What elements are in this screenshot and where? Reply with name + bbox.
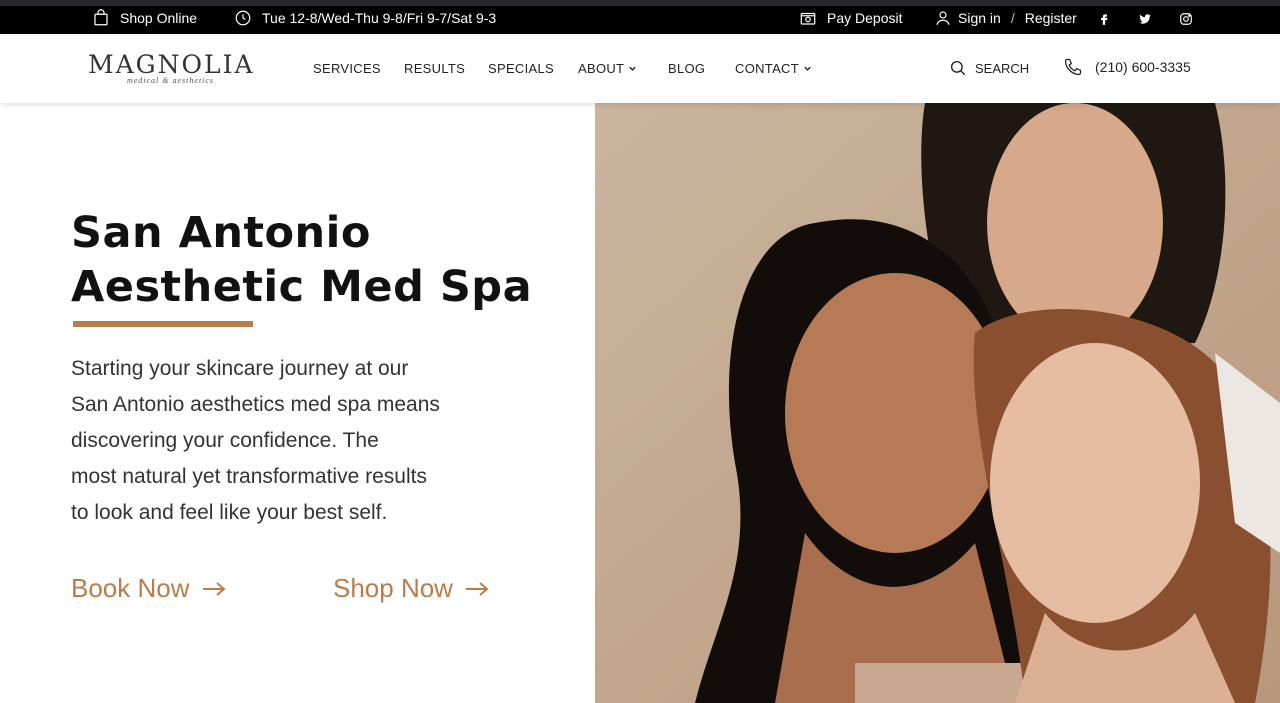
hero-title: San Antonio Aesthetic Med Spa bbox=[71, 206, 532, 314]
main-header: MAGNOLIA medical & aesthetics SERVICES R… bbox=[0, 34, 1280, 103]
top-bar: Shop Online Tue 12-8/Wed-Thu 9-8/Fri 9-7… bbox=[0, 0, 1280, 34]
hero-image bbox=[595, 103, 1280, 703]
logo[interactable]: MAGNOLIA medical & aesthetics bbox=[88, 50, 255, 86]
logo-wordmark: MAGNOLIA bbox=[88, 50, 255, 79]
search-label: SEARCH bbox=[975, 60, 1030, 76]
twitter-link[interactable] bbox=[1136, 10, 1154, 28]
hero-description-line: San Antonio aesthetics med spa means bbox=[71, 393, 440, 416]
account-links: Sign in / Register bbox=[934, 9, 1077, 27]
shopping-bag-icon bbox=[94, 9, 108, 26]
hours-text: Tue 12-8/Wed-Thu 9-8/Fri 9-7/Sat 9-3 bbox=[262, 10, 497, 26]
account-separator: / bbox=[1010, 10, 1015, 26]
hero-title-line-1: San Antonio bbox=[71, 208, 371, 258]
search-icon bbox=[950, 60, 966, 76]
chevron-down-icon bbox=[804, 66, 811, 71]
shop-now-label: Shop Now bbox=[333, 573, 453, 603]
phone-number: (210) 600-3335 bbox=[1095, 59, 1191, 75]
sign-in-link[interactable]: Sign in bbox=[958, 10, 1001, 26]
shop-online-label: Shop Online bbox=[120, 10, 198, 26]
instagram-icon bbox=[1180, 13, 1192, 25]
book-now-button[interactable]: Book Now bbox=[71, 573, 226, 604]
shop-now-button[interactable]: Shop Now bbox=[333, 573, 489, 604]
hero-description-line: most natural yet transformative results bbox=[71, 465, 427, 488]
clock-icon bbox=[235, 10, 251, 26]
phone-icon bbox=[1064, 58, 1082, 76]
nav-services-label: SERVICES bbox=[313, 61, 381, 76]
hero-description-line: discovering your confidence. The bbox=[71, 429, 379, 452]
twitter-icon bbox=[1139, 14, 1151, 24]
facebook-link[interactable] bbox=[1095, 10, 1113, 28]
hours-info: Tue 12-8/Wed-Thu 9-8/Fri 9-7/Sat 9-3 bbox=[234, 9, 496, 27]
hero-photo-illustration bbox=[595, 103, 1280, 703]
book-now-label: Book Now bbox=[71, 573, 190, 603]
nav-item-results[interactable]: RESULTS bbox=[404, 61, 465, 76]
wallet-icon bbox=[800, 12, 816, 25]
phone-link[interactable]: (210) 600-3335 bbox=[1063, 57, 1191, 77]
nav-results-label: RESULTS bbox=[404, 61, 466, 76]
nav-item-specials[interactable]: SPECIALS bbox=[488, 61, 554, 76]
user-icon bbox=[936, 11, 950, 25]
nav-about-label: ABOUT bbox=[578, 61, 625, 76]
register-link[interactable]: Register bbox=[1025, 10, 1077, 26]
nav-item-about[interactable]: ABOUT bbox=[578, 61, 637, 76]
instagram-link[interactable] bbox=[1177, 10, 1195, 28]
arrow-right-icon bbox=[202, 581, 226, 596]
pay-deposit-link[interactable]: Pay Deposit bbox=[799, 9, 902, 27]
facebook-icon bbox=[1101, 14, 1108, 25]
nav-item-contact[interactable]: CONTACT bbox=[735, 61, 812, 76]
chevron-down-icon bbox=[629, 66, 637, 71]
hero-description-line: Starting your skincare journey at our bbox=[71, 357, 409, 380]
hero-description-line: to look and feel like your best self. bbox=[71, 501, 388, 524]
hero-title-line-2: Aesthetic Med Spa bbox=[71, 262, 533, 312]
title-divider bbox=[73, 321, 253, 327]
nav-item-services[interactable]: SERVICES bbox=[313, 61, 381, 76]
hero-content: San Antonio Aesthetic Med Spa Starting y… bbox=[0, 103, 595, 703]
search-button[interactable]: SEARCH bbox=[949, 59, 1029, 77]
nav-specials-label: SPECIALS bbox=[488, 61, 554, 76]
nav-item-blog[interactable]: BLOG bbox=[668, 61, 705, 76]
nav-blog-label: BLOG bbox=[668, 61, 706, 76]
hero-description: Starting your skincare journey at our Sa… bbox=[71, 351, 541, 531]
arrow-right-icon bbox=[465, 581, 489, 596]
nav-contact-label: CONTACT bbox=[735, 61, 799, 76]
pay-deposit-label: Pay Deposit bbox=[827, 10, 903, 26]
shop-online-link[interactable]: Shop Online bbox=[92, 9, 197, 27]
